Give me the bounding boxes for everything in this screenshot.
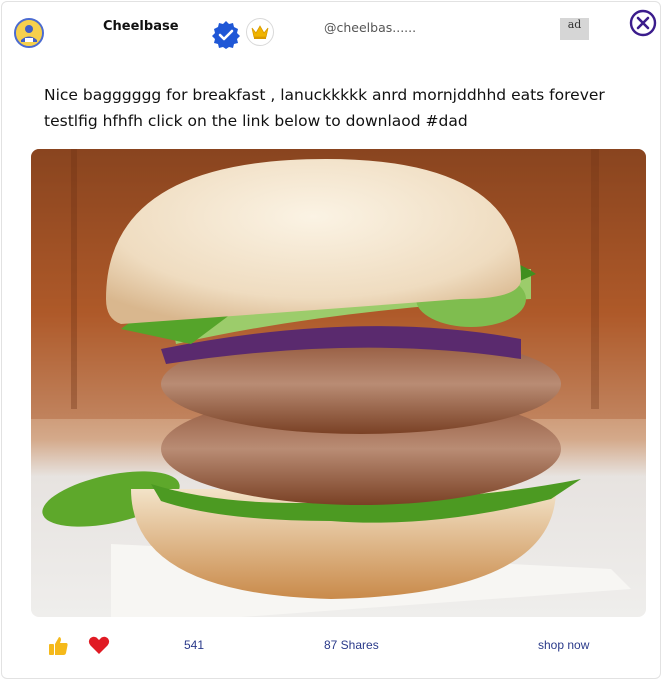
user-handle[interactable]: @cheelbas...... [324,20,416,35]
shares-button[interactable]: 87 Shares [324,638,379,652]
likes-count: 541 [184,638,205,652]
thumbs-up-icon [49,637,68,655]
post-caption: Nice bagggggg for breakfast , lanuckkkkk… [44,86,605,130]
post-image[interactable] [31,149,646,617]
crown-icon [251,25,269,39]
verified-check-icon [211,20,241,50]
username[interactable]: Cheelbase [103,19,179,34]
heart-button[interactable] [88,635,110,655]
heart-icon [88,636,110,654]
avatar[interactable] [14,18,44,48]
post-card: Cheelbase @cheelbas...... ad Nice bagggg… [1,1,661,679]
close-button[interactable] [629,9,657,37]
ad-badge: ad [560,18,589,40]
shop-now-link[interactable]: shop now [538,638,589,652]
burger-image [31,149,646,617]
avatar-icon [16,20,42,46]
close-circle-icon [629,9,657,37]
crown-badge [246,18,274,46]
like-button[interactable] [47,635,69,657]
